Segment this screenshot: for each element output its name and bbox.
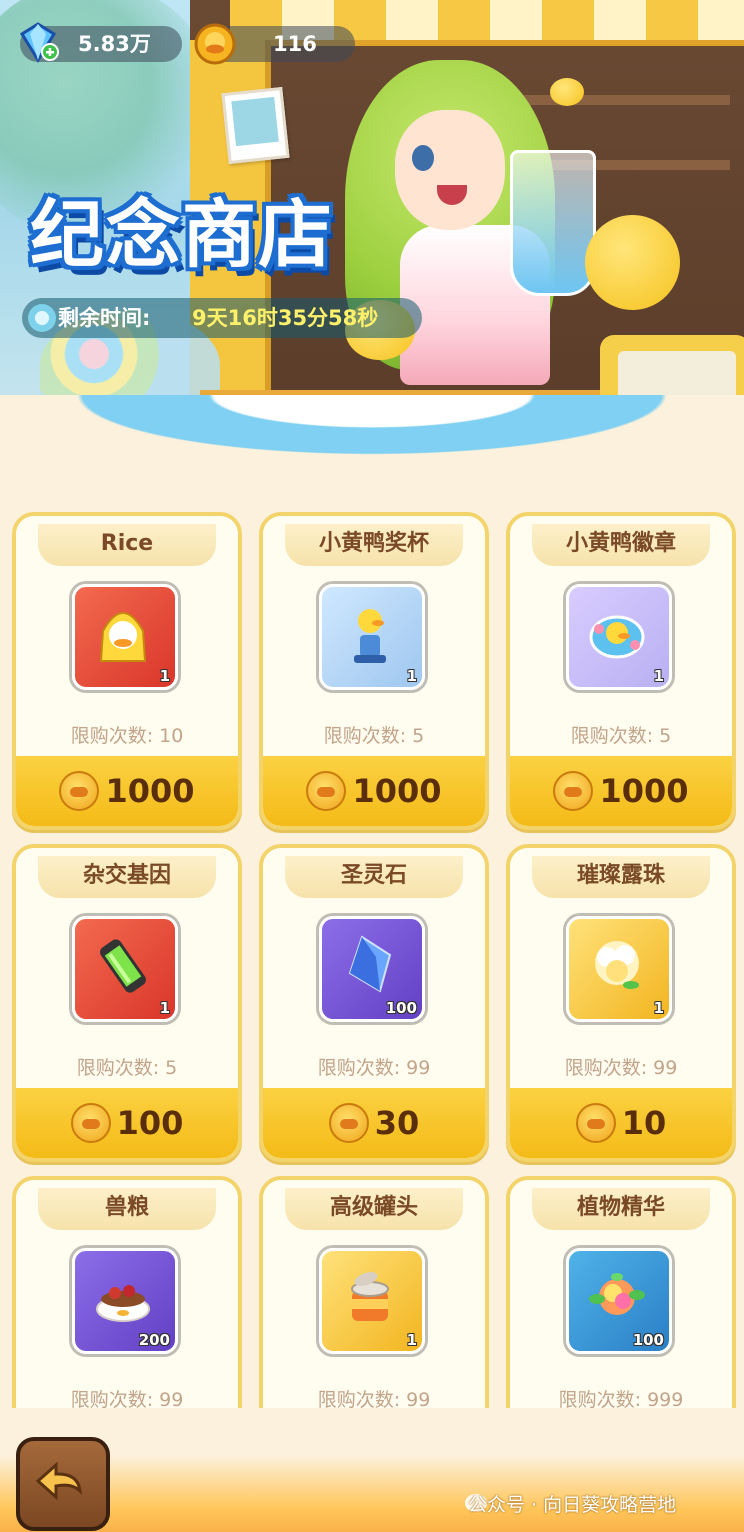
item-price: 30 — [374, 1104, 420, 1142]
gem-balance[interactable]: 5.83万 — [19, 22, 182, 63]
duck-coin-icon — [328, 1103, 369, 1143]
item-quantity: 100 — [632, 1331, 664, 1349]
crystal-icon — [348, 935, 392, 993]
item-icon-frame[interactable]: 1 — [72, 916, 178, 1022]
buy-button[interactable]: 10 — [510, 1088, 732, 1158]
item-name: 小黄鸭徽章 — [532, 524, 710, 566]
duck-coin-icon — [59, 771, 100, 811]
item-price: 1000 — [352, 772, 442, 810]
item-price: 10 — [621, 1104, 667, 1142]
shop-banner: 5.83万 116 纪念商店 剩余时间: 9天16时35分58秒 — [0, 0, 744, 470]
item-name: 杂交基因 — [38, 856, 216, 898]
item-name: 高级罐头 — [285, 1188, 463, 1230]
rubber-duck-decoration — [585, 215, 680, 310]
page-title: 纪念商店 — [30, 192, 334, 278]
photo-decoration — [221, 87, 290, 164]
shop-item-card[interactable]: 小黄鸭奖杯 1 限购次数: 5 1000 — [259, 512, 489, 830]
shop-item-card[interactable]: 小黄鸭徽章 1 限购次数: 5 1000 — [506, 512, 736, 830]
duck-coin-icon — [575, 1103, 616, 1143]
item-quantity: 1 — [406, 667, 417, 685]
item-price: 1000 — [599, 772, 689, 810]
purchase-limit: 限购次数: 5 — [570, 725, 672, 747]
gem-amount: 5.83万 — [78, 32, 151, 56]
item-icon-frame[interactable]: 100 — [566, 1248, 672, 1354]
item-icon-frame[interactable]: 1 — [566, 584, 672, 690]
duck-badge-icon — [589, 615, 645, 659]
buy-button[interactable]: 100 — [16, 1088, 238, 1158]
purchase-limit: 限购次数: 99 — [564, 1057, 678, 1079]
duck-raincoat-icon — [99, 612, 147, 662]
item-icon-frame[interactable]: 200 — [72, 1248, 178, 1354]
coin-amount: 116 — [273, 32, 317, 56]
shop-item-card[interactable]: 璀璨露珠 1 限购次数: 99 10 — [506, 844, 736, 1162]
timer-label: 剩余时间: — [58, 306, 151, 330]
duck-coin-icon — [553, 771, 594, 811]
buy-button[interactable]: 1000 — [263, 756, 485, 826]
duck-coin-icon — [194, 23, 236, 65]
item-name: 植物精华 — [532, 1188, 710, 1230]
item-quantity: 200 — [138, 1331, 170, 1349]
item-icon-frame[interactable]: 100 — [319, 916, 425, 1022]
item-quantity: 1 — [406, 1331, 417, 1349]
timer-value: 9天16时35分58秒 — [192, 306, 379, 330]
buy-button[interactable]: 1000 — [510, 756, 732, 826]
item-name: 小黄鸭奖杯 — [285, 524, 463, 566]
item-quantity: 100 — [385, 999, 417, 1017]
item-price: 1000 — [105, 772, 195, 810]
buy-button[interactable]: 1000 — [16, 756, 238, 826]
item-name: 璀璨露珠 — [532, 856, 710, 898]
shopkeeper-eye — [412, 145, 434, 171]
gene-tube-icon — [100, 939, 146, 993]
duck-coin-icon — [70, 1103, 111, 1143]
canned-food-icon — [351, 1272, 389, 1321]
item-icon-frame[interactable]: 1 — [72, 584, 178, 690]
item-icon-frame[interactable]: 1 — [566, 916, 672, 1022]
shelf — [500, 95, 730, 105]
duck-coin-icon — [306, 771, 347, 811]
shop-item-card[interactable]: Rice 1 限购次数: 10 1000 — [12, 512, 242, 830]
item-icon-frame[interactable]: 1 — [319, 1248, 425, 1354]
item-name: 兽粮 — [38, 1188, 216, 1230]
item-quantity: 1 — [653, 999, 664, 1017]
drink-glass-decoration — [510, 150, 596, 296]
shop-item-card[interactable]: 圣灵石 100 限购次数: 99 30 — [259, 844, 489, 1162]
back-arrow-icon — [35, 1461, 82, 1501]
item-quantity: 1 — [653, 667, 664, 685]
purchase-limit: 限购次数: 5 — [323, 725, 425, 747]
watermark-text: 公众号 · 向日葵攻略营地 — [468, 1494, 677, 1516]
item-quantity: 1 — [159, 999, 170, 1017]
item-price: 100 — [116, 1104, 184, 1142]
clock-icon — [28, 304, 56, 332]
purchase-limit: 限购次数: 99 — [317, 1057, 431, 1079]
buy-button[interactable]: 30 — [263, 1088, 485, 1158]
coin-balance: 116 — [194, 23, 355, 65]
item-quantity: 1 — [159, 667, 170, 685]
countdown-timer: 剩余时间: 9天16时35分58秒 — [22, 298, 422, 338]
item-name: 圣灵石 — [285, 856, 463, 898]
rubber-duck-decoration — [550, 78, 584, 106]
diamond-plus-icon — [19, 22, 59, 63]
shop-item-card[interactable]: 杂交基因 1 限购次数: 5 100 — [12, 844, 242, 1162]
wave-divider — [0, 395, 744, 470]
plant-essence-icon — [589, 1273, 645, 1315]
purchase-limit: 限购次数: 5 — [76, 1057, 178, 1079]
pet-food-bowl-icon — [96, 1285, 150, 1322]
item-name: Rice — [38, 524, 216, 566]
item-icon-frame[interactable]: 1 — [319, 584, 425, 690]
duck-trophy-icon — [354, 609, 386, 663]
back-button[interactable] — [16, 1437, 110, 1531]
dewdrop-flower-icon — [595, 941, 639, 989]
purchase-limit: 限购次数: 10 — [70, 725, 184, 747]
shopkeeper-face — [395, 110, 505, 230]
